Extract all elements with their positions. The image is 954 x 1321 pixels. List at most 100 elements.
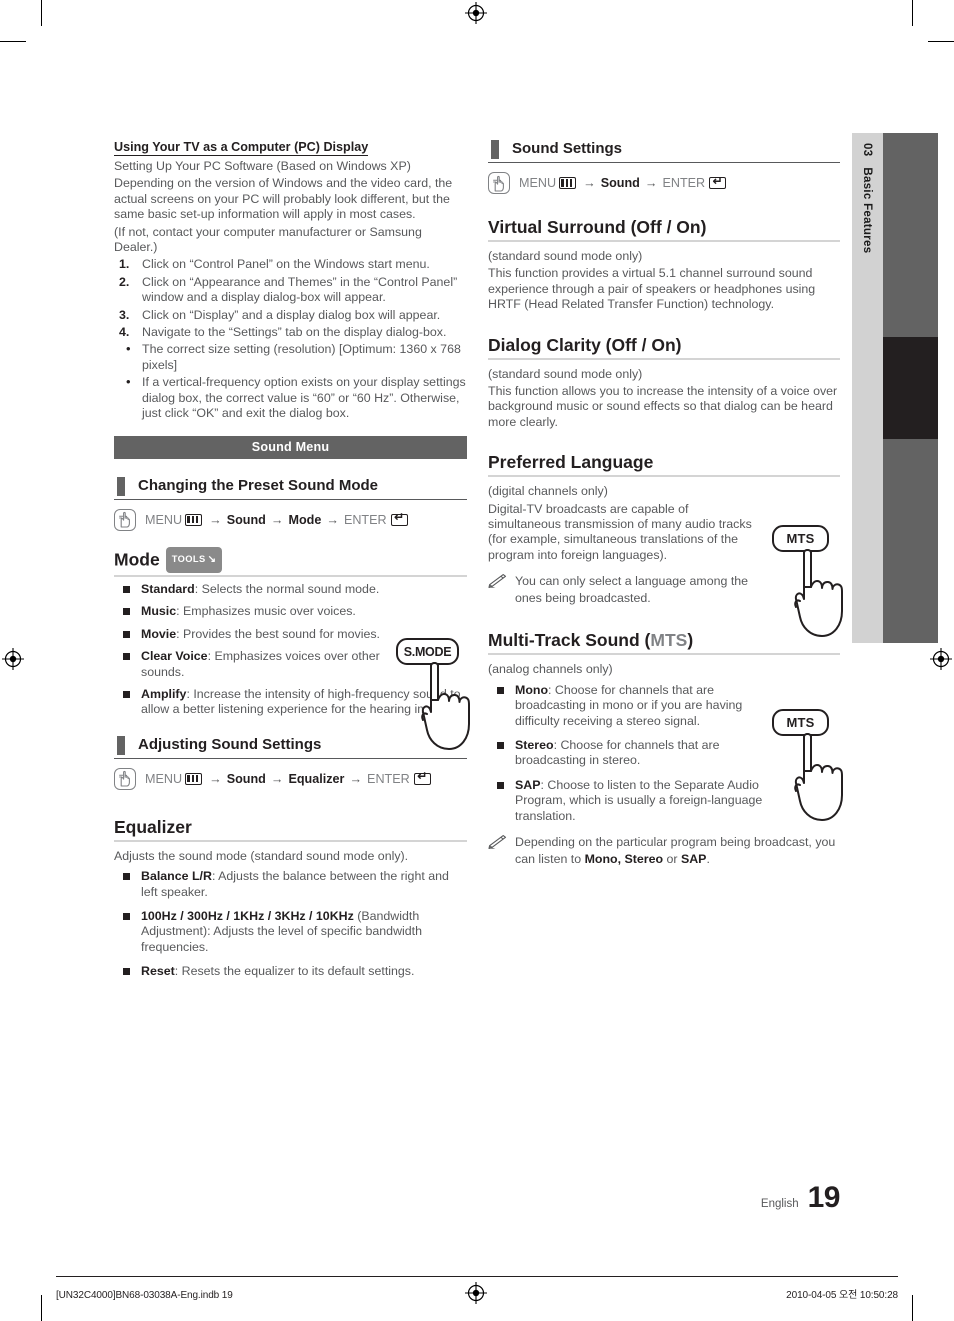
left-column: Using Your TV as a Computer (PC) Display… [114,138,467,989]
path-item-mode: Mode [288,512,322,527]
list-item: Clear Voice: Emphasizes voices over othe… [114,649,392,680]
enter-label: ENTER [367,771,410,786]
pc-display-paragraph-1: Depending on the version of Windows and … [114,176,453,222]
list-item: Click on “Control Panel” on the Windows … [119,257,430,273]
note-bold-mono-stereo: Mono, Stereo [584,851,664,866]
list-item: Movie: Provides the best sound for movie… [114,627,392,642]
dialog-clarity-body: This function allows you to increase the… [488,384,838,429]
pointing-hand-icon [794,733,843,821]
pc-display-bullets: The correct size setting (resolution) [O… [114,341,467,421]
footer-timestamp: 2010-04-05 오전 10:50:28 [786,1290,898,1301]
term: Movie [141,626,177,641]
subhead-changing-preset-sound-mode: Changing the Preset Sound Mode [114,475,467,500]
path-arrow-icon: → [209,512,222,527]
multi-track-sound-option-list: Mono: Choose for channels that are broad… [488,683,763,824]
desc: : Choose to listen to the Separate Audio… [515,777,763,823]
callout-s-mode: S.MODE [396,638,482,750]
footer-file-name: [UN32C4000]BN68-03038A-Eng.indb 19 [56,1290,233,1301]
heading-mode: Mode TOOLS ↘ [114,546,467,577]
heading-preferred-language: Preferred Language [488,451,840,478]
subhead-sound-settings: Sound Settings [488,138,840,163]
crop-mark-top-left-v [41,0,42,26]
crop-mark-bottom-right-v [912,1295,913,1321]
registration-mark-left [2,648,24,670]
menu-label: MENU [145,512,183,527]
footer-divider [56,1276,898,1277]
path-item-sound: Sound [600,176,640,190]
heading-virtual-surround: Virtual Surround (Off / On) [488,216,840,242]
heading-mts-suffix: ) [687,630,694,651]
note-mid: or [663,851,681,866]
heading-equalizer: Equalizer [114,816,467,842]
chapter-number: 03 [861,143,874,157]
multi-track-sound-note-text: Depending on the particular program bein… [515,835,835,866]
path-item-sound: Sound [226,512,266,527]
desc: : Emphasizes music over voices. [176,604,356,619]
callout-mts-multi-track-sound: MTS [772,709,852,821]
crop-mark-top-right-h [928,41,954,42]
list-item: Balance L/R: Adjusts the balance between… [114,869,467,900]
callout-mts-preferred-language: MTS [772,525,852,637]
desc: : Provides the best sound for movies. [176,626,380,641]
heading-mts-prefix: Multi-Track Sound ( [488,630,651,651]
virtual-surround-mode-note: (standard sound mode only) [488,249,643,263]
term: Music [141,604,177,619]
preferred-language-note: You can only select a language among the… [488,573,768,607]
tools-badge-label: TOOLS [171,554,206,564]
pencil-note-icon [488,574,507,594]
pc-display-steps: Click on “Control Panel” on the Windows … [114,257,467,340]
page-number: 19 [807,1181,841,1214]
registration-mark-right [930,648,952,670]
menu-path-sound-mode: MENU → Sound → Mode → ENTER [114,508,467,531]
enter-label: ENTER [343,512,387,527]
manual-page: 03 Basic Features Using Your TV as a Com… [0,0,954,1321]
crop-mark-bottom-left-v [41,1295,42,1321]
equalizer-option-list: Balance L/R: Adjusts the balance between… [114,869,467,979]
preferred-language-mode-note: (digital channels only) [488,484,608,499]
preferred-language-body: Digital-TV broadcasts are capable of sim… [488,501,752,562]
page-footer-number: English 19 [761,1181,841,1215]
pencil-note-icon [488,834,507,855]
preferred-language-note-text: You can only select a language among the… [515,574,749,606]
path-arrow-icon: → [326,512,339,527]
chapter-title: Basic Features [861,167,874,254]
enter-key-icon [413,769,431,785]
enter-label: ENTER [662,176,706,190]
note-bold-sap: SAP [680,851,707,866]
list-item: 100Hz / 300Hz / 1KHz / 3KHz / 10KHz (Ban… [114,909,467,955]
remote-press-icon [114,767,136,790]
list-item: If a vertical-frequency option exists on… [114,374,467,421]
pc-display-paragraph-2: (If not, contact your computer manufactu… [114,224,422,255]
menu-path-sound: MENU → Sound → ENTER [488,172,840,194]
term: Standard [141,582,195,596]
term: Amplify [141,687,187,702]
path-arrow-icon: → [583,176,596,190]
virtual-surround-body: This function provides a virtual 5.1 cha… [488,266,816,312]
registration-mark-top [465,2,487,24]
menu-label: MENU [145,771,183,786]
desc: : Choose for channels that are broadcast… [515,682,743,728]
list-item: Mono: Choose for channels that are broad… [488,683,763,729]
list-item: Standard: Selects the normal sound mode. [114,582,392,597]
tools-badge: TOOLS ↘ [165,546,223,573]
path-arrow-icon: → [209,771,222,786]
menu-grid-icon [185,772,203,785]
term: 100Hz / 300Hz / 1KHz / 3KHz / 10KHz [141,909,354,924]
term: Stereo [515,737,554,752]
chapter-tab-current-marker [883,337,938,439]
term: Balance L/R [141,869,212,884]
crop-mark-top-right-v [912,0,913,26]
equalizer-intro: Adjusts the sound mode (standard sound m… [114,848,409,863]
list-item: Stereo: Choose for channels that are bro… [488,738,763,769]
heading-dialog-clarity: Dialog Clarity (Off / On) [488,334,840,360]
path-item-equalizer: Equalizer [288,771,345,786]
menu-path-equalizer: MENU → Sound → Equalizer → ENTER [114,767,467,790]
pointing-hand-icon [794,549,843,637]
menu-grid-icon [185,513,203,526]
heading-mode-text: Mode [114,549,160,569]
remote-press-icon [488,172,510,194]
mode-option-list: Standard: Selects the normal sound mode.… [114,582,465,718]
list-item: Click on “Appearance and Themes” in the … [119,274,458,305]
path-arrow-icon: → [270,512,284,527]
menu-grid-icon [559,177,577,189]
